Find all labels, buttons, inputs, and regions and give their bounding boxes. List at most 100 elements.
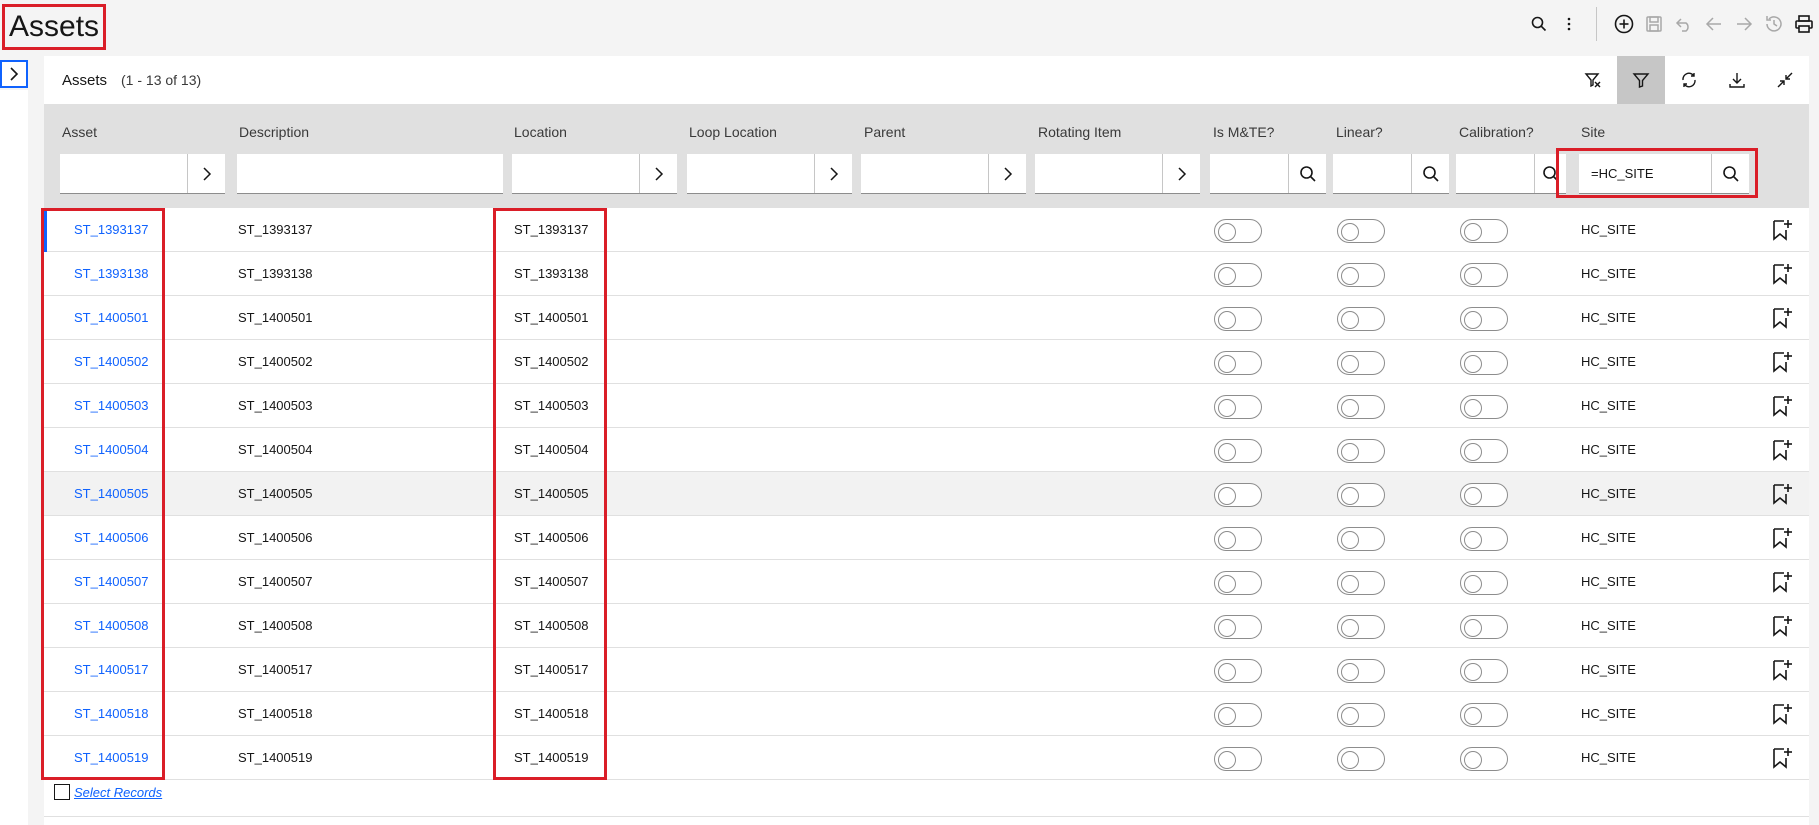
download-icon[interactable] [1713, 56, 1761, 104]
asset-link[interactable]: ST_1400504 [74, 442, 148, 457]
is-mte-toggle[interactable] [1214, 659, 1262, 683]
column-header-rotating-item[interactable]: Rotating Item [1038, 124, 1121, 140]
bookmark-add-icon[interactable] [1771, 218, 1795, 242]
linear-toggle[interactable] [1337, 483, 1385, 507]
asset-link[interactable]: ST_1400501 [74, 310, 148, 325]
select-records-checkbox[interactable] [54, 784, 70, 800]
linear-toggle[interactable] [1337, 263, 1385, 287]
calibration-toggle[interactable] [1460, 351, 1508, 375]
column-header-location[interactable]: Location [514, 124, 567, 140]
bookmark-add-icon[interactable] [1771, 746, 1795, 770]
linear-search-button[interactable] [1411, 154, 1449, 193]
table-row[interactable]: ST_1400508 ST_1400508 ST_1400508 HC_SITE [44, 604, 1809, 648]
table-row[interactable]: ST_1400503 ST_1400503 ST_1400503 HC_SITE [44, 384, 1809, 428]
bookmark-add-icon[interactable] [1771, 658, 1795, 682]
linear-toggle[interactable] [1337, 571, 1385, 595]
calibration-toggle[interactable] [1460, 307, 1508, 331]
bookmark-add-icon[interactable] [1771, 350, 1795, 374]
loop-location-lookup-button[interactable] [814, 154, 852, 193]
column-header-calibration[interactable]: Calibration? [1459, 124, 1534, 140]
rotating-item-filter-input[interactable] [1035, 154, 1162, 193]
asset-link[interactable]: ST_1400507 [74, 574, 148, 589]
bookmark-add-icon[interactable] [1771, 306, 1795, 330]
column-header-asset[interactable]: Asset [62, 124, 97, 140]
bookmark-add-icon[interactable] [1771, 614, 1795, 638]
table-row[interactable]: ST_1400517 ST_1400517 ST_1400517 HC_SITE [44, 648, 1809, 692]
side-panel-toggle[interactable] [0, 60, 28, 88]
parent-lookup-button[interactable] [988, 154, 1026, 193]
is-mte-toggle[interactable] [1214, 263, 1262, 287]
linear-toggle[interactable] [1337, 351, 1385, 375]
is-mte-toggle[interactable] [1214, 395, 1262, 419]
linear-toggle[interactable] [1337, 439, 1385, 463]
is-mte-toggle[interactable] [1214, 307, 1262, 331]
calibration-toggle[interactable] [1460, 219, 1508, 243]
linear-toggle[interactable] [1337, 615, 1385, 639]
is-mte-toggle[interactable] [1214, 703, 1262, 727]
select-records-link[interactable]: Select Records [74, 785, 162, 800]
back-arrow-icon[interactable] [1699, 10, 1729, 38]
history-icon[interactable] [1759, 10, 1789, 38]
clear-filter-icon[interactable] [1569, 56, 1617, 104]
asset-link[interactable]: ST_1393137 [74, 222, 148, 237]
asset-link[interactable]: ST_1393138 [74, 266, 148, 281]
bookmark-add-icon[interactable] [1771, 262, 1795, 286]
search-icon[interactable] [1524, 10, 1554, 38]
asset-link[interactable]: ST_1400502 [74, 354, 148, 369]
overflow-menu-icon[interactable] [1554, 10, 1584, 38]
bookmark-add-icon[interactable] [1771, 526, 1795, 550]
table-row[interactable]: ST_1400504 ST_1400504 ST_1400504 HC_SITE [44, 428, 1809, 472]
linear-toggle[interactable] [1337, 219, 1385, 243]
calibration-toggle[interactable] [1460, 439, 1508, 463]
is-mte-toggle[interactable] [1214, 571, 1262, 595]
asset-link[interactable]: ST_1400517 [74, 662, 148, 677]
column-header-description[interactable]: Description [239, 124, 309, 140]
linear-toggle[interactable] [1337, 527, 1385, 551]
bookmark-add-icon[interactable] [1771, 570, 1795, 594]
forward-arrow-icon[interactable] [1729, 10, 1759, 38]
asset-link[interactable]: ST_1400508 [74, 618, 148, 633]
refresh-icon[interactable] [1665, 56, 1713, 104]
column-header-linear[interactable]: Linear? [1336, 124, 1383, 140]
parent-filter-input[interactable] [861, 154, 988, 193]
calibration-toggle[interactable] [1460, 571, 1508, 595]
table-row[interactable]: ST_1400502 ST_1400502 ST_1400502 HC_SITE [44, 340, 1809, 384]
linear-toggle[interactable] [1337, 659, 1385, 683]
table-row[interactable]: ST_1400518 ST_1400518 ST_1400518 HC_SITE [44, 692, 1809, 736]
linear-toggle[interactable] [1337, 747, 1385, 771]
is-mte-search-button[interactable] [1288, 154, 1326, 193]
loop-location-filter-input[interactable] [687, 154, 814, 193]
is-mte-toggle[interactable] [1214, 615, 1262, 639]
undo-icon[interactable] [1669, 10, 1699, 38]
table-row[interactable]: ST_1400506 ST_1400506 ST_1400506 HC_SITE [44, 516, 1809, 560]
table-row[interactable]: ST_1400507 ST_1400507 ST_1400507 HC_SITE [44, 560, 1809, 604]
is-mte-toggle[interactable] [1214, 527, 1262, 551]
linear-toggle[interactable] [1337, 395, 1385, 419]
is-mte-toggle[interactable] [1214, 439, 1262, 463]
asset-filter-input[interactable] [60, 154, 187, 193]
is-mte-filter-input[interactable] [1210, 154, 1288, 193]
calibration-toggle[interactable] [1460, 483, 1508, 507]
bookmark-add-icon[interactable] [1771, 438, 1795, 462]
rotating-item-lookup-button[interactable] [1162, 154, 1200, 193]
calibration-toggle[interactable] [1460, 659, 1508, 683]
column-header-is-mte[interactable]: Is M&TE? [1213, 124, 1274, 140]
is-mte-toggle[interactable] [1214, 483, 1262, 507]
bookmark-add-icon[interactable] [1771, 482, 1795, 506]
asset-link[interactable]: ST_1400518 [74, 706, 148, 721]
is-mte-toggle[interactable] [1214, 351, 1262, 375]
calibration-filter-input[interactable] [1456, 154, 1534, 193]
linear-toggle[interactable] [1337, 307, 1385, 331]
asset-link[interactable]: ST_1400505 [74, 486, 148, 501]
collapse-icon[interactable] [1761, 56, 1809, 104]
save-icon[interactable] [1639, 10, 1669, 38]
bookmark-add-icon[interactable] [1771, 702, 1795, 726]
asset-link[interactable]: ST_1400506 [74, 530, 148, 545]
calibration-toggle[interactable] [1460, 263, 1508, 287]
calibration-toggle[interactable] [1460, 527, 1508, 551]
calibration-toggle[interactable] [1460, 395, 1508, 419]
bookmark-add-icon[interactable] [1771, 394, 1795, 418]
calibration-toggle[interactable] [1460, 615, 1508, 639]
linear-toggle[interactable] [1337, 703, 1385, 727]
column-header-site[interactable]: Site [1581, 124, 1605, 140]
